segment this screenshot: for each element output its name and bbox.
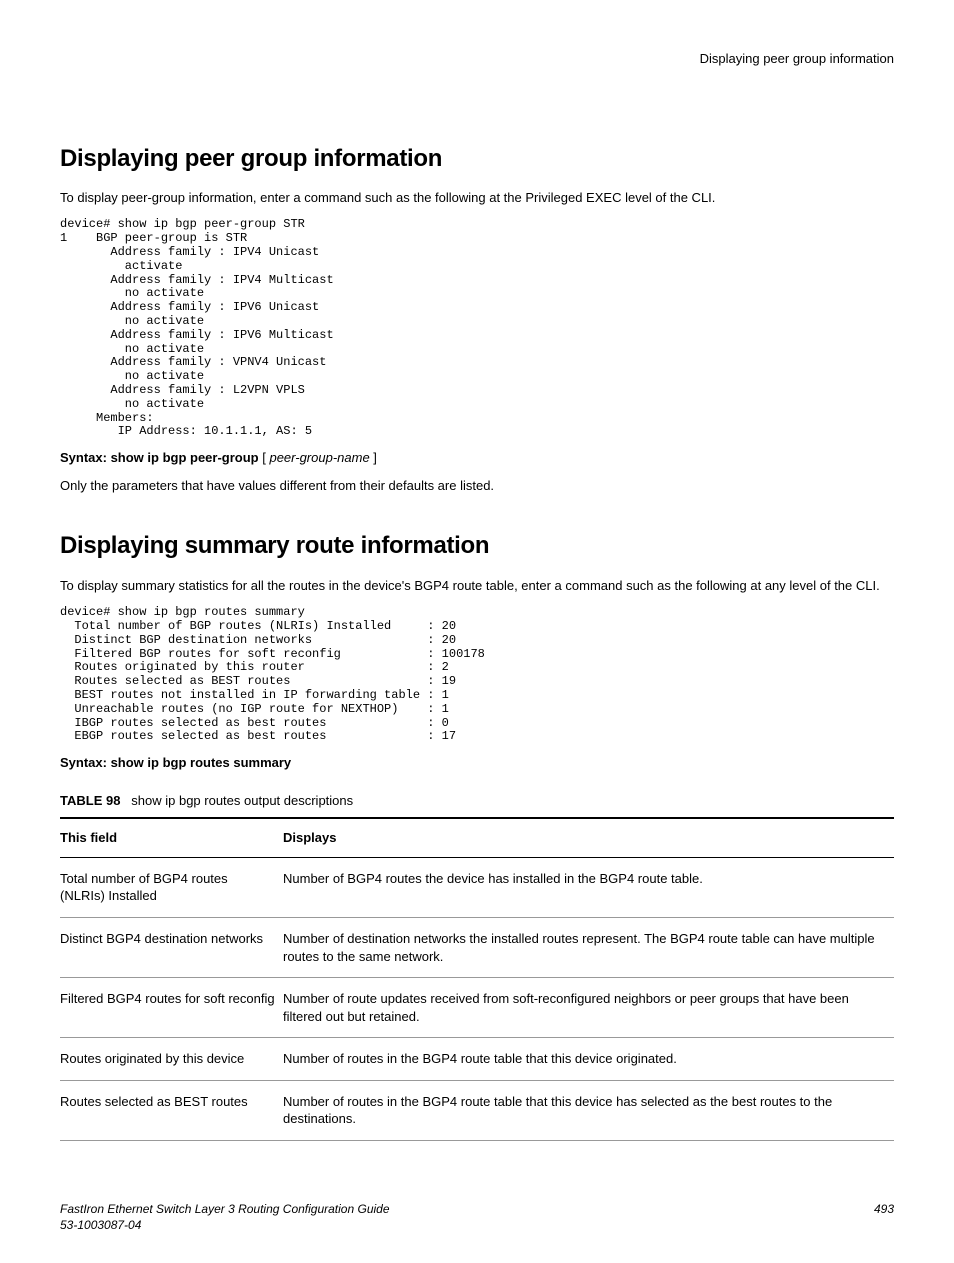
table-row: Filtered BGP4 routes for soft reconfig N… <box>60 978 894 1038</box>
section2-intro: To display summary statistics for all th… <box>60 577 894 595</box>
table-header-field: This field <box>60 818 283 857</box>
page-header-right: Displaying peer group information <box>60 50 894 68</box>
table-cell-desc: Number of destination networks the insta… <box>283 917 894 977</box>
page-footer: FastIron Ethernet Switch Layer 3 Routing… <box>60 1201 894 1233</box>
table-number: TABLE 98 <box>60 793 120 808</box>
footer-doc-id: 53-1003087-04 <box>60 1217 390 1233</box>
syntax-bracket-close: ] <box>370 450 377 465</box>
cli-output-routes-summary: device# show ip bgp routes summary Total… <box>60 606 894 744</box>
table-cell-desc: Number of routes in the BGP4 route table… <box>283 1038 894 1081</box>
table-row: Routes originated by this device Number … <box>60 1038 894 1081</box>
section-heading-peer-group: Displaying peer group information <box>60 143 894 175</box>
table-cell-field: Distinct BGP4 destination networks <box>60 917 283 977</box>
table-title: TABLE 98 show ip bgp routes output descr… <box>60 792 894 810</box>
footer-page-number: 493 <box>874 1201 894 1233</box>
table-caption: show ip bgp routes output descriptions <box>131 793 353 808</box>
table-cell-field: Total number of BGP4 routes (NLRIs) Inst… <box>60 857 283 917</box>
table-row: Distinct BGP4 destination networks Numbe… <box>60 917 894 977</box>
syntax-label: Syntax: show ip bgp peer-group <box>60 450 259 465</box>
footer-left: FastIron Ethernet Switch Layer 3 Routing… <box>60 1201 390 1233</box>
syntax-var: peer-group-name <box>269 450 369 465</box>
syntax-line-peer-group: Syntax: show ip bgp peer-group [ peer-gr… <box>60 449 894 467</box>
section-heading-summary-route: Displaying summary route information <box>60 530 894 562</box>
table-cell-field: Routes originated by this device <box>60 1038 283 1081</box>
output-descriptions-table: This field Displays Total number of BGP4… <box>60 817 894 1140</box>
table-cell-desc: Number of route updates received from so… <box>283 978 894 1038</box>
table-cell-field: Routes selected as BEST routes <box>60 1080 283 1140</box>
table-cell-desc: Number of BGP4 routes the device has ins… <box>283 857 894 917</box>
section1-note: Only the parameters that have values dif… <box>60 477 894 495</box>
syntax-line-routes-summary: Syntax: show ip bgp routes summary <box>60 754 894 772</box>
cli-output-peer-group: device# show ip bgp peer-group STR 1 BGP… <box>60 218 894 439</box>
table-header-displays: Displays <box>283 818 894 857</box>
table-row: Routes selected as BEST routes Number of… <box>60 1080 894 1140</box>
footer-doc-title: FastIron Ethernet Switch Layer 3 Routing… <box>60 1201 390 1217</box>
table-cell-desc: Number of routes in the BGP4 route table… <box>283 1080 894 1140</box>
table-cell-field: Filtered BGP4 routes for soft reconfig <box>60 978 283 1038</box>
syntax-bracket-open: [ <box>259 450 270 465</box>
syntax-label-2: Syntax: show ip bgp routes summary <box>60 755 291 770</box>
section1-intro: To display peer-group information, enter… <box>60 189 894 207</box>
table-row: Total number of BGP4 routes (NLRIs) Inst… <box>60 857 894 917</box>
